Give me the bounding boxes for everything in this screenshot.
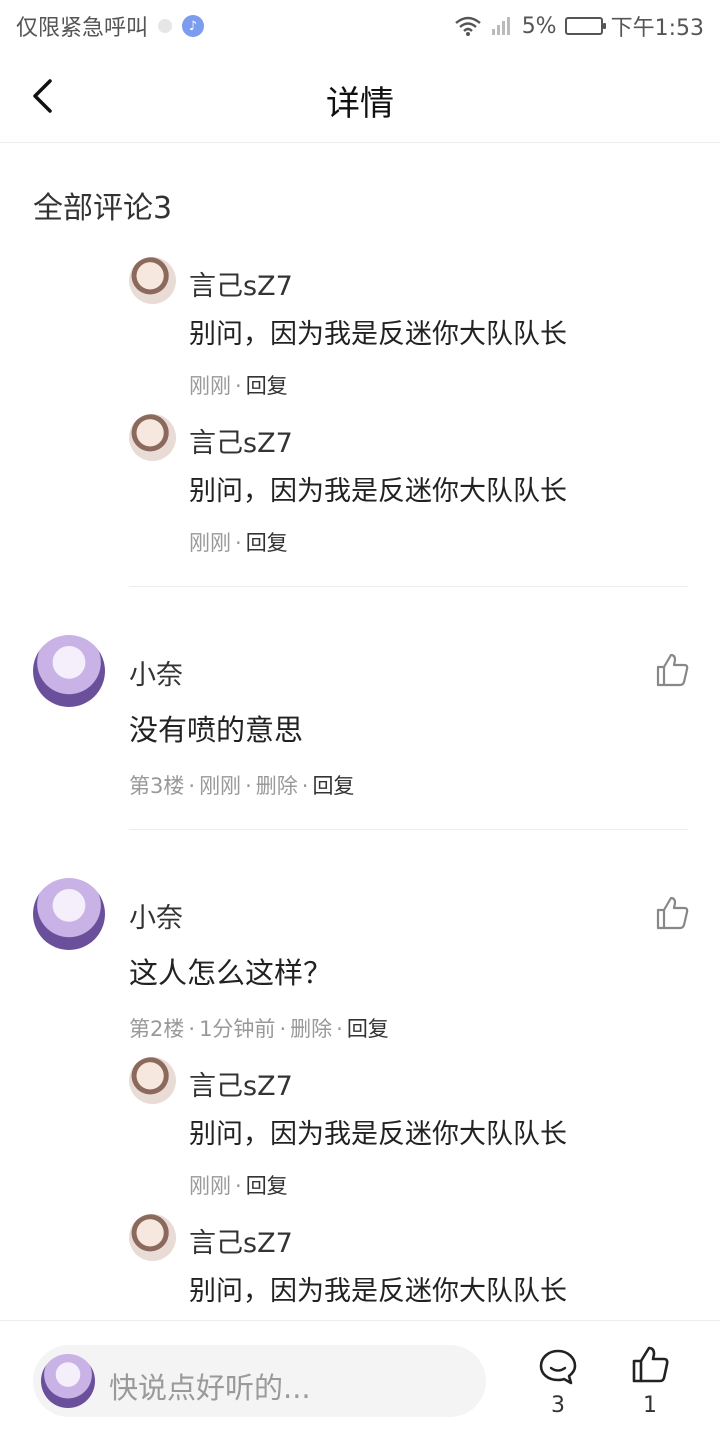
comment-input[interactable]: 快说点好听的... bbox=[33, 1345, 486, 1417]
comment-meta: 第2楼 · 1分钟前 · 删除 · 回复 bbox=[129, 1017, 389, 1041]
comment-meta: 第3楼 · 刚刚 · 删除 · 回复 bbox=[129, 774, 355, 798]
avatar[interactable] bbox=[129, 1214, 176, 1261]
music-icon: ♪ bbox=[182, 15, 205, 37]
thumbs-up-icon[interactable] bbox=[654, 652, 690, 688]
comment-time: 刚刚 bbox=[199, 774, 242, 798]
avatar bbox=[41, 1354, 95, 1408]
reply-button[interactable]: 回复 bbox=[312, 774, 354, 798]
comment-icon[interactable] bbox=[538, 1347, 578, 1387]
comment-input-placeholder: 快说点好听的... bbox=[109, 1371, 311, 1405]
floor-number: 第3楼 bbox=[129, 774, 185, 798]
reply-button[interactable]: 回复 bbox=[246, 374, 288, 398]
bottom-bar: 快说点好听的... 3 1 bbox=[0, 1320, 720, 1440]
reply-author-name[interactable]: 言己sZ7 bbox=[189, 421, 293, 460]
reply-time: 刚刚 bbox=[189, 1174, 231, 1198]
delete-button[interactable]: 删除 bbox=[256, 774, 298, 798]
thumbs-up-icon[interactable] bbox=[630, 1345, 670, 1385]
reply-meta: 刚刚 · 回复 bbox=[189, 374, 288, 398]
comment-content: 这人怎么这样？ bbox=[129, 956, 333, 990]
reply-author-name[interactable]: 言己sZ7 bbox=[189, 1221, 293, 1260]
comment-time: 1分钟前 bbox=[199, 1017, 276, 1041]
reply-time: 刚刚 bbox=[189, 531, 231, 555]
reply-author-name[interactable]: 言己sZ7 bbox=[189, 1064, 293, 1103]
reply-content: 别问，因为我是反迷你大队队长 bbox=[189, 1276, 567, 1307]
reply-content: 别问，因为我是反迷你大队队长 bbox=[189, 1119, 567, 1150]
carrier-text: 仅限紧急呼叫 bbox=[16, 16, 149, 41]
reply-author-name[interactable]: 言己sZ7 bbox=[189, 264, 293, 303]
delete-button[interactable]: 删除 bbox=[290, 1017, 332, 1041]
divider bbox=[129, 829, 688, 830]
reply-content: 别问，因为我是反迷你大队队长 bbox=[189, 476, 567, 507]
reply-button[interactable]: 回复 bbox=[246, 531, 288, 555]
comment-content: 没有喷的意思 bbox=[129, 713, 304, 747]
top-nav: 详情 bbox=[0, 50, 720, 143]
signal-icon bbox=[491, 17, 510, 35]
avatar[interactable] bbox=[33, 878, 105, 950]
floor-number: 第2楼 bbox=[129, 1017, 185, 1041]
reply-meta: 刚刚 · 回复 bbox=[189, 531, 288, 555]
status-time: 下午1:53 bbox=[610, 16, 704, 41]
avatar[interactable] bbox=[129, 1057, 176, 1104]
avatar[interactable] bbox=[129, 414, 176, 461]
page-title: 详情 bbox=[326, 84, 394, 124]
reply-meta: 刚刚 · 回复 bbox=[189, 1174, 288, 1198]
comments-heading: 全部评论3 bbox=[33, 191, 173, 226]
divider bbox=[129, 586, 688, 587]
reply-button[interactable]: 回复 bbox=[347, 1017, 389, 1041]
status-bar: 仅限紧急呼叫 ♪ 5% 下午1:53 bbox=[0, 0, 720, 50]
comment-author-name[interactable]: 小奈 bbox=[129, 653, 183, 692]
reply-button[interactable]: 回复 bbox=[246, 1174, 288, 1198]
comment-count: 3 bbox=[551, 1393, 565, 1418]
avatar[interactable] bbox=[129, 257, 176, 304]
reply-content: 别问，因为我是反迷你大队队长 bbox=[189, 319, 567, 350]
notification-icon bbox=[158, 19, 173, 33]
avatar[interactable] bbox=[33, 635, 105, 707]
thumbs-up-icon[interactable] bbox=[654, 895, 690, 931]
like-count: 1 bbox=[643, 1393, 657, 1418]
reply-time: 刚刚 bbox=[189, 374, 231, 398]
battery-percent: 5% bbox=[521, 13, 557, 39]
wifi-icon bbox=[454, 16, 481, 36]
comment-author-name[interactable]: 小奈 bbox=[129, 896, 183, 935]
battery-icon bbox=[564, 17, 606, 35]
